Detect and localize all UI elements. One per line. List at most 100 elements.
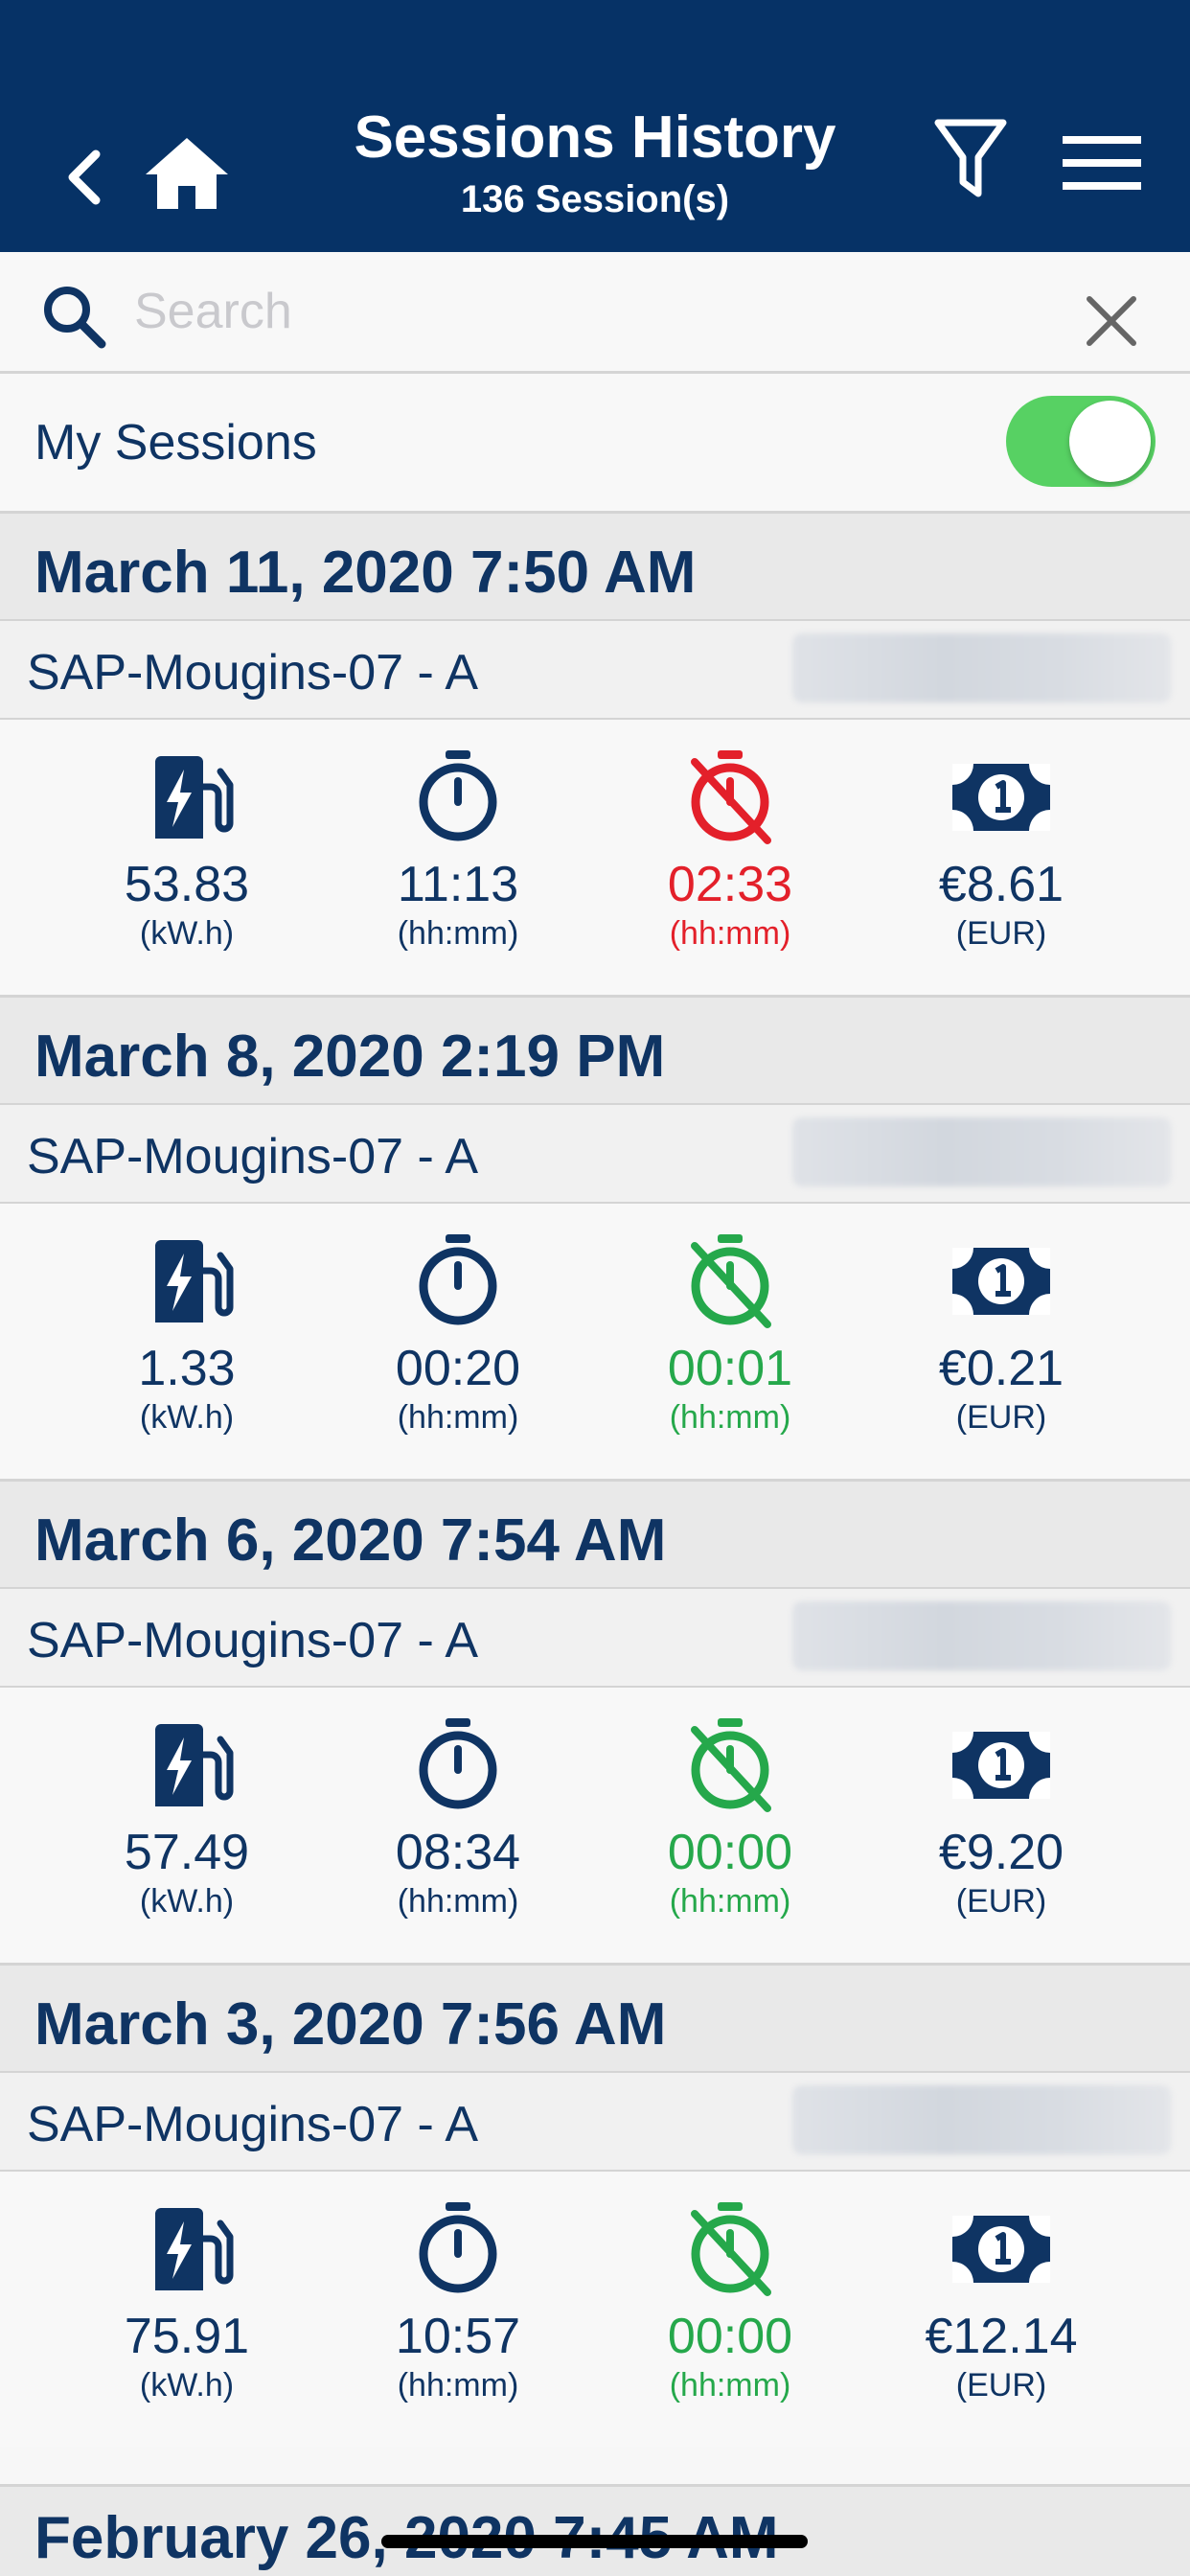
price-unit: (EUR): [955, 1883, 1047, 1920]
filter-icon: [934, 119, 1006, 197]
energy-stat: 53.83 (kW.h): [53, 748, 321, 953]
price-stat: €9.20 (EUR): [867, 1716, 1135, 1920]
duration-value: 00:20: [395, 1341, 521, 1396]
inactivity-value: 00:00: [667, 1825, 793, 1880]
banknote-icon: [952, 1248, 1050, 1315]
session-date-bar: February 26, 2020 7:45 AM: [0, 2484, 1190, 2576]
my-sessions-toggle[interactable]: [1006, 396, 1156, 487]
stopwatch-icon: [419, 1718, 497, 1809]
filter-button[interactable]: [925, 110, 1016, 206]
banknote-icon: [952, 764, 1050, 831]
duration-stat: 08:34 (hh:mm): [324, 1716, 592, 1920]
duration-unit: (hh:mm): [397, 915, 519, 952]
inactivity-timer-icon: [691, 1234, 771, 1328]
energy-value: 1.33: [138, 1341, 236, 1396]
station-name: SAP-Mougins-07 - A: [27, 1129, 479, 1184]
charging-station-icon: [155, 756, 234, 839]
inactivity-unit: (hh:mm): [669, 915, 791, 952]
price-value: €12.14: [925, 2309, 1078, 2364]
energy-unit: (kW.h): [139, 1883, 235, 1920]
inactivity-value: 00:00: [667, 2309, 793, 2364]
stopwatch-icon: [419, 1234, 497, 1325]
inactivity-unit: (hh:mm): [669, 1883, 791, 1920]
session-date-bar: March 8, 2020 2:19 PM: [0, 995, 1190, 1105]
banknote-icon: [952, 1732, 1050, 1799]
price-unit: (EUR): [955, 2367, 1047, 2404]
session-stats: 57.49 (kW.h) 08:34 (hh:mm) 00:00 (hh:mm) €9.20…: [0, 1688, 1190, 1963]
session-card[interactable]: March 11, 2020 7:50 AM SAP-Mougins-07 - A…: [0, 511, 1190, 995]
inactivity-timer-icon: [691, 1718, 771, 1812]
inactivity-unit: (hh:mm): [669, 2367, 791, 2404]
duration-unit: (hh:mm): [397, 1399, 519, 1436]
duration-value: 10:57: [395, 2309, 521, 2364]
session-stats: 53.83 (kW.h) 11:13 (hh:mm) 02:33 (hh:mm) €8.61…: [0, 720, 1190, 995]
energy-value: 75.91: [124, 2309, 250, 2364]
inactivity-timer-icon: [691, 750, 771, 844]
session-card[interactable]: March 6, 2020 7:54 AM SAP-Mougins-07 - A 5…: [0, 1479, 1190, 1963]
app-header: Sessions History 136 Session(s): [0, 0, 1190, 252]
energy-unit: (kW.h): [139, 1399, 235, 1436]
clear-search-icon[interactable]: [1078, 288, 1145, 355]
inactivity-stat: 00:01 (hh:mm): [596, 1232, 864, 1437]
redacted-field: [792, 2085, 1171, 2154]
search-bar: [0, 252, 1190, 374]
search-icon: [44, 287, 106, 349]
inactivity-value: 00:01: [667, 1341, 793, 1396]
session-date: March 3, 2020 7:56 AM: [34, 1991, 667, 2058]
price-unit: (EUR): [955, 1399, 1047, 1436]
inactivity-stat: 02:33 (hh:mm): [596, 748, 864, 953]
redacted-field: [792, 633, 1171, 702]
price-value: €9.20: [938, 1825, 1064, 1880]
energy-unit: (kW.h): [139, 915, 235, 952]
energy-value: 57.49: [124, 1825, 250, 1880]
hamburger-menu-icon: [1063, 136, 1141, 190]
duration-value: 08:34: [395, 1825, 521, 1880]
my-sessions-label: My Sessions: [34, 415, 317, 471]
inactivity-value: 02:33: [667, 857, 793, 912]
menu-button[interactable]: [1054, 125, 1150, 201]
price-unit: (EUR): [955, 915, 1047, 952]
duration-unit: (hh:mm): [397, 1883, 519, 1920]
price-value: €0.21: [938, 1341, 1064, 1396]
station-row: SAP-Mougins-07 - A: [0, 2073, 1190, 2172]
duration-value: 11:13: [397, 857, 519, 912]
inactivity-timer-icon: [691, 2202, 771, 2296]
inactivity-stat: 00:00 (hh:mm): [596, 2200, 864, 2404]
duration-stat: 10:57 (hh:mm): [324, 2200, 592, 2404]
energy-stat: 1.33 (kW.h): [53, 1232, 321, 1437]
price-stat: €8.61 (EUR): [867, 748, 1135, 953]
inactivity-unit: (hh:mm): [669, 1399, 791, 1436]
session-date-bar: March 11, 2020 7:50 AM: [0, 511, 1190, 621]
search-input[interactable]: [134, 273, 1044, 350]
session-date: March 11, 2020 7:50 AM: [34, 540, 697, 606]
session-card[interactable]: March 8, 2020 2:19 PM SAP-Mougins-07 - A 1…: [0, 995, 1190, 1479]
duration-stat: 00:20 (hh:mm): [324, 1232, 592, 1437]
price-value: €8.61: [938, 857, 1064, 912]
duration-stat: 11:13 (hh:mm): [324, 748, 592, 953]
redacted-field: [792, 1117, 1171, 1186]
price-stat: €12.14 (EUR): [867, 2200, 1135, 2404]
session-date-bar: March 3, 2020 7:56 AM: [0, 1963, 1190, 2073]
session-date: March 8, 2020 2:19 PM: [34, 1024, 666, 1090]
station-name: SAP-Mougins-07 - A: [27, 1613, 479, 1668]
session-date-bar: March 6, 2020 7:54 AM: [0, 1479, 1190, 1589]
energy-value: 53.83: [124, 857, 250, 912]
energy-unit: (kW.h): [139, 2367, 235, 2404]
session-stats: 1.33 (kW.h) 00:20 (hh:mm) 00:01 (hh:mm) €0.21(…: [0, 1204, 1190, 1479]
stopwatch-icon: [419, 2202, 497, 2293]
charging-station-icon: [155, 1240, 234, 1322]
energy-stat: 57.49 (kW.h): [53, 1716, 321, 1920]
session-date: March 6, 2020 7:54 AM: [34, 1507, 667, 1574]
session-card[interactable]: March 3, 2020 7:56 AM SAP-Mougins-07 - A 7…: [0, 1963, 1190, 2447]
banknote-icon: [952, 2216, 1050, 2283]
station-name: SAP-Mougins-07 - A: [27, 2097, 479, 2152]
charging-station-icon: [155, 1724, 234, 1806]
stopwatch-icon: [419, 750, 497, 841]
duration-unit: (hh:mm): [397, 2367, 519, 2404]
station-name: SAP-Mougins-07 - A: [27, 645, 479, 701]
home-indicator: [381, 2535, 808, 2548]
redacted-field: [792, 1601, 1171, 1670]
toggle-knob: [1069, 401, 1151, 482]
inactivity-stat: 00:00 (hh:mm): [596, 1716, 864, 1920]
station-row: SAP-Mougins-07 - A: [0, 1589, 1190, 1688]
